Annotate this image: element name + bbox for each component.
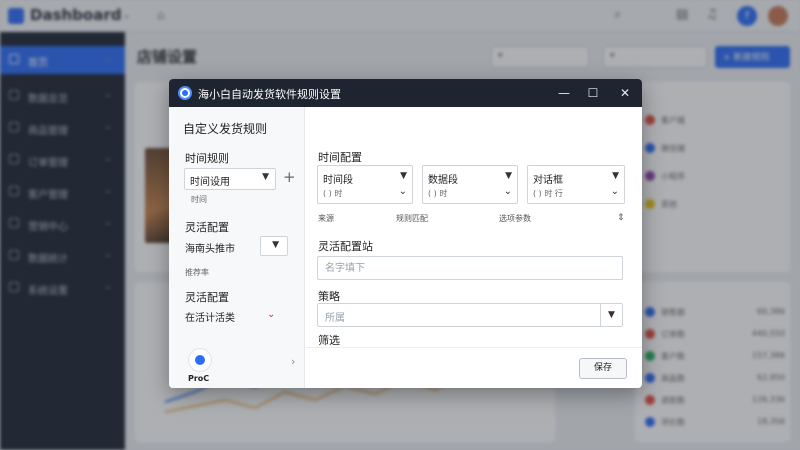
flex-config-label-2: 灵活配置 [185,291,229,304]
chevron-down-icon: ⌄ [503,186,512,197]
divider [306,347,642,348]
rule-config-pane: 时间配置 时间段 ( ) 时 ▼ ⌄ 数据段 ( ) 时 ▼ ⌄ 对话框 ( )… [306,107,642,388]
save-button[interactable]: 保存 [579,358,627,379]
pane-heading: 自定义发货规则 [183,122,268,136]
maximize-button[interactable]: ☐ [583,84,603,102]
sort-icon[interactable]: ⇕ [617,213,625,223]
name-input[interactable] [318,257,622,279]
strategy-heading: 策略 [318,290,340,303]
flex-config-label: 灵活配置 [185,221,229,234]
caption-source: 来源 [318,214,334,223]
time-rule-label: 时间规则 [185,152,229,165]
select-value: 所属 [325,313,345,324]
brand-badge-icon [188,348,212,372]
chevron-right-icon: › [291,355,296,368]
caret-down-icon: ▼ [600,304,622,326]
strategy-select[interactable]: 所属 ▼ [317,303,623,327]
rule-nav-pane: 自定义发货规则 时间规则 时间设用 ▼ + 时间 灵活配置 海南头推市 ▼ 推荐… [169,107,305,388]
combo-title: 对话框 [533,175,563,186]
app-icon [178,86,192,100]
time-rule-sub: 时间 [191,195,207,204]
promo-text: ProC [188,374,210,383]
caret-down-icon: ▼ [262,172,269,182]
caret-down-icon: ▼ [505,171,512,181]
combo-title: 数据段 [428,175,458,186]
combo-sub: ( ) 时 [323,189,343,198]
caret-down-icon: ▼ [400,171,407,181]
flex-config-value-2: 在活计活类 [185,313,235,324]
caption-options: 选项参数 [499,214,531,223]
data-range-combo[interactable]: 数据段 ( ) 时 ▼ ⌄ [422,165,518,204]
combo-value: 时间设用 [190,177,230,188]
minimize-button[interactable]: — [554,84,574,102]
close-button[interactable]: ✕ [615,84,635,102]
dialog-title: 海小白自动发货软件规则设置 [198,88,341,101]
promo-card[interactable]: ProC › [175,345,299,385]
caption-rule-match: 规则匹配 [396,214,428,223]
combo-title: 时间段 [323,175,353,186]
time-range-combo[interactable]: 时间段 ( ) 时 ▼ ⌄ [317,165,413,204]
chevron-down-icon[interactable]: ⌄ [267,309,275,320]
dialog-titlebar[interactable]: 海小白自动发货软件规则设置 — ☐ ✕ [169,79,642,107]
time-config-heading: 时间配置 [318,151,362,164]
filter-heading: 筛选 [318,334,340,347]
flex-config-sub: 推荐率 [185,268,209,277]
add-icon[interactable]: + [283,168,296,186]
flex-config-dropdown[interactable]: ▼ [260,236,288,256]
flex-config-value: 海南头推市 [185,244,235,255]
flex-station-heading: 灵活配置站 [318,240,373,253]
chevron-down-icon: ⌄ [610,186,619,197]
chevron-down-icon: ⌄ [398,186,407,197]
name-input-field[interactable] [317,256,623,280]
combo-sub: ( ) 时 [428,189,448,198]
caret-down-icon: ▼ [612,171,619,181]
time-rule-combo[interactable]: 时间设用 ▼ [184,168,276,190]
dialog-range-combo[interactable]: 对话框 ( ) 时 行 ▼ ⌄ [527,165,625,204]
rule-settings-dialog: 海小白自动发货软件规则设置 — ☐ ✕ 自定义发货规则 时间规则 时间设用 ▼ … [169,79,642,388]
combo-sub: ( ) 时 行 [533,189,563,198]
caret-down-icon: ▼ [272,240,279,250]
